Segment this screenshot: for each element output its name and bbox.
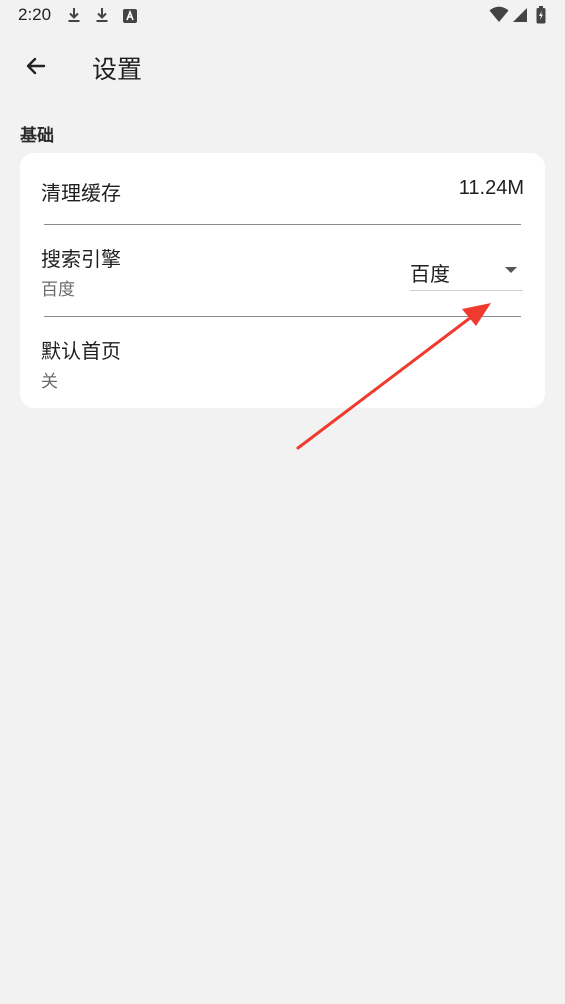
search-engine-selected: 百度	[410, 262, 450, 286]
caret-down-icon	[505, 267, 517, 273]
arrow-left-icon	[26, 57, 46, 75]
download-icon	[96, 8, 108, 22]
battery-charging-icon	[536, 6, 546, 24]
back-button[interactable]	[16, 46, 56, 86]
default-homepage-label: 默认首页	[41, 339, 121, 363]
search-engine-label: 搜索引擎	[41, 247, 121, 271]
signal-icon	[513, 8, 527, 22]
download-icon	[68, 8, 80, 22]
annotation-arrow	[296, 303, 491, 450]
section-title: 基础	[20, 126, 54, 146]
status-bar: 2:20	[0, 0, 565, 32]
default-homepage-row[interactable]: 默认首页 关	[20, 317, 545, 408]
search-engine-dropdown[interactable]: 百度	[410, 254, 523, 291]
status-time: 2:20	[18, 5, 52, 24]
clear-cache-row[interactable]: 清理缓存 11.24M	[20, 153, 545, 225]
app-bar: 设置	[0, 36, 565, 96]
default-homepage-subtitle: 关	[41, 372, 58, 392]
wifi-icon	[489, 6, 509, 22]
settings-card: 清理缓存 11.24M 搜索引擎 百度 百度 默认首页 关	[20, 153, 545, 408]
page-title: 设置	[92, 55, 143, 84]
search-engine-subtitle: 百度	[41, 280, 75, 300]
font-icon	[123, 9, 137, 23]
clear-cache-label: 清理缓存	[41, 181, 121, 205]
cache-size-value: 11.24M	[458, 177, 524, 199]
